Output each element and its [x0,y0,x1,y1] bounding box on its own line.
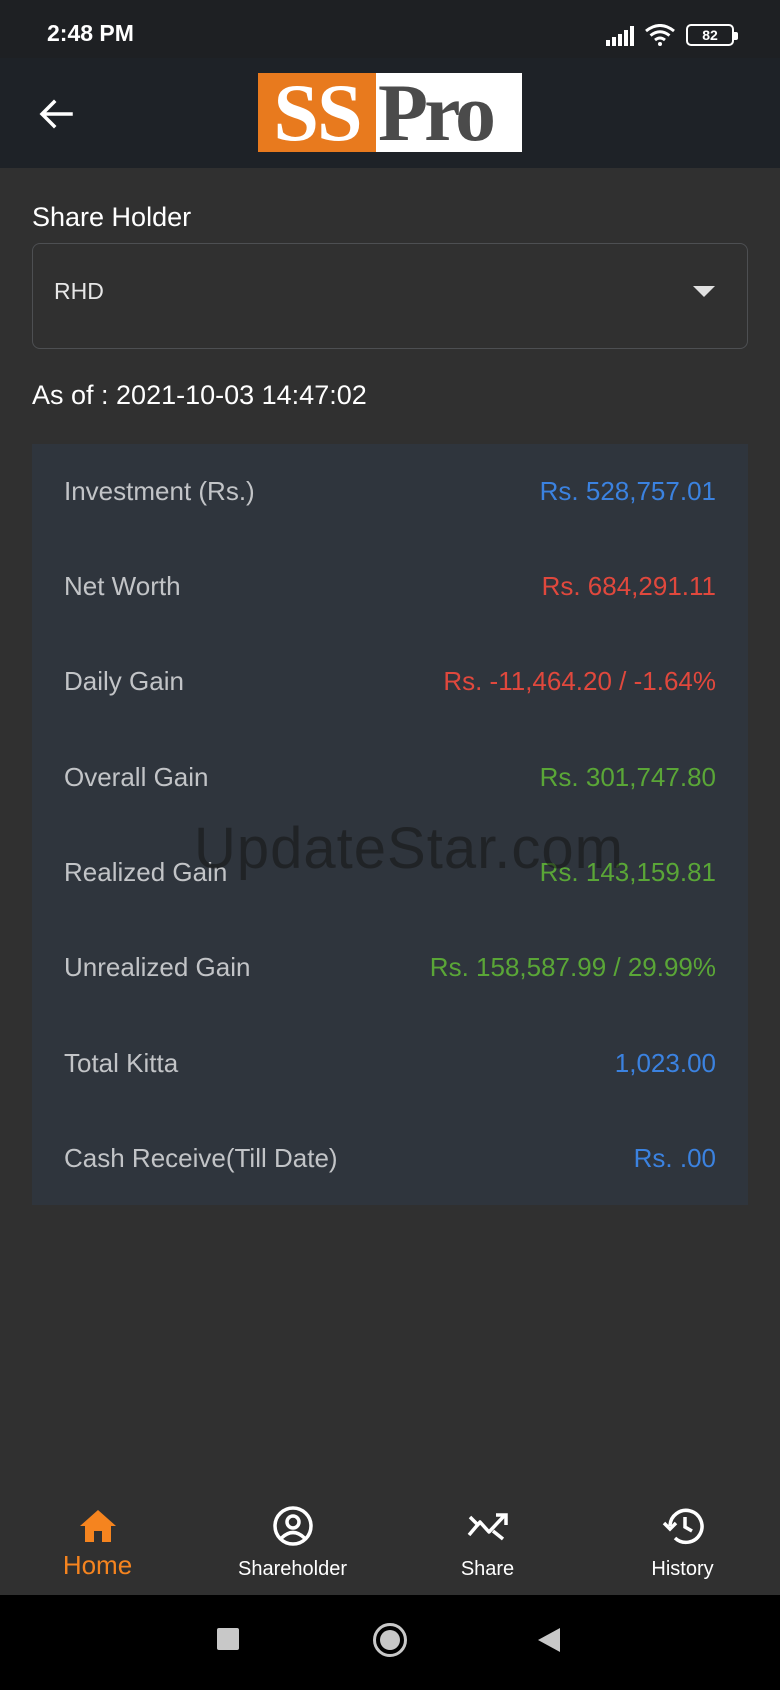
system-navigation-bar [0,1595,780,1690]
nav-label-history: History [651,1558,714,1580]
logo-pro: Pro [376,73,522,152]
battery-icon: 82 [686,24,738,46]
summary-value: Rs. .00 [633,1142,716,1173]
home-system-button[interactable] [372,1622,408,1663]
status-bar: 2:48 PM 82 [0,0,780,58]
nav-share[interactable]: Share [390,1488,585,1595]
app-bar: SS Pro [0,58,780,168]
summary-row-overall-gain: Overall Gain Rs. 301,747.80 [32,747,748,807]
summary-row-daily-gain: Daily Gain Rs. -11,464.20 / -1.64% [32,651,748,711]
summary-label: Daily Gain [64,665,184,696]
portfolio-summary-card: Investment (Rs.) Rs. 528,757.01 Net Wort… [32,444,748,1205]
summary-row-investment: Investment (Rs.) Rs. 528,757.01 [32,461,748,521]
dropdown-arrow-icon [693,286,715,297]
status-icons: 82 [606,24,738,46]
trending-icon [466,1504,510,1548]
summary-row-unrealized-gain: Unrealized Gain Rs. 158,587.99 / 29.99% [32,937,748,997]
nav-shareholder[interactable]: Shareholder [195,1488,390,1595]
share-holder-label: Share Holder [32,202,192,232]
arrow-back-icon [39,99,73,129]
summary-value: 1,023.00 [614,1047,716,1078]
battery-level: 82 [702,27,718,43]
summary-row-total-kitta: Total Kitta 1,023.00 [32,1033,748,1093]
wifi-icon [645,24,675,46]
status-time: 2:48 PM [47,20,134,46]
back-button[interactable] [28,86,84,142]
summary-label: Unrealized Gain [64,951,251,982]
back-system-button[interactable] [536,1626,562,1659]
summary-value: Rs. 528,757.01 [539,475,716,506]
circle-icon [373,1623,407,1657]
recent-apps-button[interactable] [216,1627,240,1656]
nav-label-share: Share [460,1558,515,1580]
nav-history[interactable]: History [585,1488,780,1595]
summary-value: Rs. -11,464.20 / -1.64% [443,665,716,696]
summary-value: Rs. 301,747.80 [539,761,716,792]
signal-icon [606,26,634,46]
summary-label: Realized Gain [64,856,228,887]
account-circle-icon [271,1504,315,1548]
summary-row-realized-gain: Realized Gain Rs. 143,159.81 [32,842,748,902]
nav-home[interactable]: Home [0,1488,195,1595]
summary-label: Cash Receive(Till Date) [64,1142,338,1173]
shareholder-selected: RHD [54,278,104,304]
bottom-navigation: Home Shareholder Share History [0,1488,780,1595]
summary-row-net-worth: Net Worth Rs. 684,291.11 [32,556,748,616]
triangle-back-icon [538,1628,560,1652]
nav-label-shareholder: Shareholder [238,1558,347,1580]
as-of-timestamp: As of : 2021-10-03 14:47:02 [32,380,367,410]
summary-label: Investment (Rs.) [64,475,255,506]
logo-ss: SS [258,73,376,152]
square-icon [217,1628,239,1650]
summary-row-cash-receive: Cash Receive(Till Date) Rs. .00 [32,1128,748,1188]
shareholder-dropdown[interactable]: RHD [32,243,748,349]
app-logo: SS Pro [258,73,522,152]
history-icon [661,1504,705,1548]
summary-value: Rs. 158,587.99 / 29.99% [429,951,716,982]
summary-label: Net Worth [64,570,181,601]
summary-value: Rs. 143,159.81 [539,856,716,887]
home-icon [76,1504,120,1548]
nav-label-home: Home [62,1550,133,1580]
summary-label: Overall Gain [64,761,209,792]
summary-label: Total Kitta [64,1047,179,1078]
summary-value: Rs. 684,291.11 [541,570,716,601]
